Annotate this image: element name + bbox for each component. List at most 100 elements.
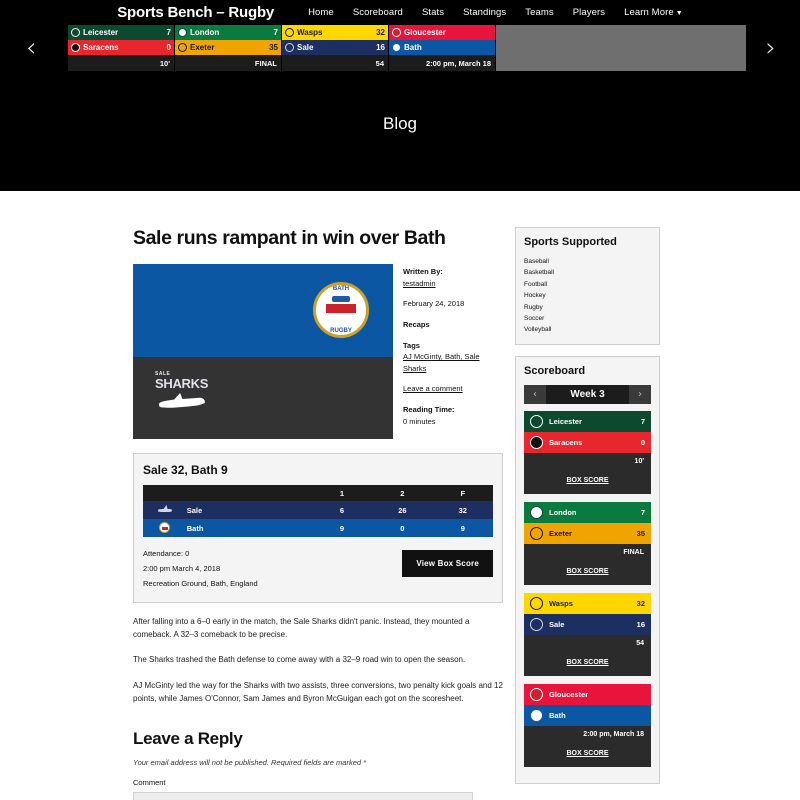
ticker-team-score: 35 (269, 43, 278, 52)
scoreboard-team-name: Gloucester (549, 689, 589, 699)
leave-comment-link[interactable]: Leave a comment (403, 384, 463, 393)
sport-item[interactable]: Soccer (524, 313, 651, 324)
post-category-link[interactable]: Recaps (403, 320, 430, 329)
sport-item[interactable]: Volleyball (524, 324, 651, 335)
scoreboard-away-row: Wasps 32 (524, 592, 651, 614)
sidebar: Sports Supported Baseball Basketball Footb… (515, 227, 660, 800)
sport-item[interactable]: Basketball (524, 267, 651, 278)
ticker-games[interactable]: Leicester 7 Saracens 0 10' London 7 Exeter 35 FIN… (68, 25, 746, 71)
col-final: F (432, 485, 493, 501)
ticker-home-row: Bath (389, 40, 495, 55)
scoreboard-team-score: 7 (640, 416, 645, 426)
exeter-logo-icon (530, 526, 543, 540)
ticker-team-name: Sale (297, 43, 314, 52)
saracens-logo-icon (530, 435, 543, 449)
ticker-game-status: FINAL (175, 55, 281, 71)
nav-item-teams[interactable]: Teams (525, 7, 553, 18)
week-selector: ‹ Week 3 › (524, 384, 651, 404)
scoreboard-game[interactable]: London 7 Exeter 35 FINAL BOX SCORE (524, 501, 651, 585)
scoreboard-box-score-wrap: BOX SCORE (524, 466, 651, 494)
sport-item[interactable]: Hockey (524, 290, 651, 301)
scoreboard-game-status: FINAL (524, 543, 651, 558)
reading-time-label: Reading Time: (403, 405, 455, 414)
game-summary-box: Sale 32, Bath 9 1 2 F Sale 6 26 32 Bath 9 0 9 A… (133, 453, 503, 603)
week-prev-arrow[interactable]: ‹ (524, 384, 546, 404)
scoreboard-box-score-wrap: BOX SCORE (524, 557, 651, 585)
sport-item[interactable]: Football (524, 279, 651, 290)
ticker-game[interactable]: Leicester 7 Saracens 0 10' (68, 25, 175, 71)
nav-item-learn-more[interactable]: Learn More ▼ (624, 7, 683, 18)
view-box-score-button[interactable]: View Box Score (402, 550, 493, 577)
linescore-period-1: 6 (311, 501, 373, 519)
scoreboard-team-name: Leicester (549, 416, 582, 426)
ticker-team-score: 16 (376, 43, 385, 52)
scoreboard-box-score-wrap: BOX SCORE (524, 739, 651, 767)
ticker-team-name: Wasps (297, 28, 323, 37)
main-nav: Home Scoreboard Stats Standings Teams Players… (308, 7, 683, 18)
scoreboard-away-row: Leicester 7 (524, 410, 651, 432)
comment-input[interactable] (133, 791, 473, 800)
featured-image-bottom-half: SALE SHARKS (133, 357, 393, 439)
scoreboard-box-score-wrap: BOX SCORE (524, 648, 651, 676)
scoreboard-team-name: London (549, 507, 577, 517)
sport-item[interactable]: Rugby (524, 302, 651, 313)
ticker-away-row: Wasps 32 (282, 25, 388, 40)
ticker-game[interactable]: Wasps 32 Sale 16 54 (282, 25, 389, 71)
scoreboard-game-status: 10' (524, 452, 651, 467)
scoreboard-game[interactable]: Gloucester Bath 2:00 pm, March 18 BOX SCORE (524, 683, 651, 767)
box-score-link[interactable]: BOX SCORE (566, 477, 608, 484)
game-venue: Recreation Ground, Bath, England (143, 579, 258, 588)
linescore-period-2: 26 (372, 501, 433, 519)
nav-item-standings[interactable]: Standings (463, 7, 506, 18)
scoreboard-team-score: 0 (640, 437, 645, 447)
ticker-team-name: Gloucester (404, 28, 446, 37)
week-label: Week 3 (570, 388, 605, 400)
ticker-game[interactable]: Gloucester Bath 2:00 pm, March 18 (389, 25, 496, 71)
scoreboard-home-row: Exeter 35 (524, 522, 651, 544)
post-author-link[interactable]: testadmin (403, 279, 436, 288)
box-score-link[interactable]: BOX SCORE (566, 750, 608, 757)
ticker-home-row: Exeter 35 (175, 40, 281, 55)
post-content: Sale runs rampant in win over Bath BATH … (133, 227, 503, 800)
ticker-prev-arrow[interactable]: ‹ (26, 35, 36, 61)
scoreboard-home-row: Bath (524, 704, 651, 726)
page-title-area: Blog (0, 71, 800, 191)
wasps-logo-icon (530, 596, 543, 610)
scoreboard-home-row: Sale 16 (524, 613, 651, 635)
reply-note: Your email address will not be published… (133, 757, 367, 767)
gloucester-logo-icon (392, 28, 401, 37)
scoreboard-team-score: 35 (636, 528, 645, 538)
col-team (186, 485, 312, 501)
gloucester-logo-icon (530, 687, 543, 701)
ticker-empty-slot (496, 25, 746, 71)
scoreboard-game[interactable]: Wasps 32 Sale 16 54 BOX SCORE (524, 592, 651, 676)
exeter-logo-icon (178, 43, 187, 52)
scoreboard-widget: Scoreboard ‹ Week 3 › Leicester 7 Saracens… (515, 355, 660, 784)
nav-item-stats[interactable]: Stats (422, 7, 444, 18)
post-tags-link[interactable]: AJ McGinty, Bath, Sale Sharks (403, 352, 480, 373)
header-bar: Sports Bench – Rugby Home Scoreboard Stats… (0, 0, 800, 24)
sport-item[interactable]: Baseball (524, 256, 651, 267)
scoreboard-game[interactable]: Leicester 7 Saracens 0 10' BOX SCORE (524, 410, 651, 494)
nav-item-players[interactable]: Players (573, 7, 605, 18)
game-summary-footer: Attendance: 0 2:00 pm March 4, 2018 Recr… (143, 546, 493, 591)
scoreboard-team-name: Saracens (549, 437, 583, 447)
ticker-home-row: Sale 16 (282, 40, 388, 55)
scoreboard-widget-title: Scoreboard (524, 364, 586, 377)
box-score-link[interactable]: BOX SCORE (566, 659, 608, 666)
linescore-final: 9 (432, 519, 493, 537)
scoreboard-game-status: 2:00 pm, March 18 (524, 725, 651, 740)
box-score-link[interactable]: BOX SCORE (566, 568, 608, 575)
week-next-arrow[interactable]: › (629, 384, 651, 404)
post-paragraph: The Sharks trashed the Bath defense to c… (133, 655, 466, 665)
ticker-next-arrow[interactable]: › (766, 35, 776, 61)
nav-item-scoreboard[interactable]: Scoreboard (353, 7, 403, 18)
scoreboard-team-score: 32 (636, 598, 645, 608)
nav-item-home[interactable]: Home (308, 7, 334, 18)
post-body: After falling into a 6–0 early in the ma… (133, 615, 503, 705)
featured-image-top-half: BATH RUGBY (133, 264, 393, 357)
ticker-game-status: 54 (282, 55, 388, 71)
ticker-game[interactable]: London 7 Exeter 35 FINAL (175, 25, 282, 71)
scoreboard-team-score: 16 (636, 619, 645, 629)
bath-logo-icon (143, 519, 187, 537)
